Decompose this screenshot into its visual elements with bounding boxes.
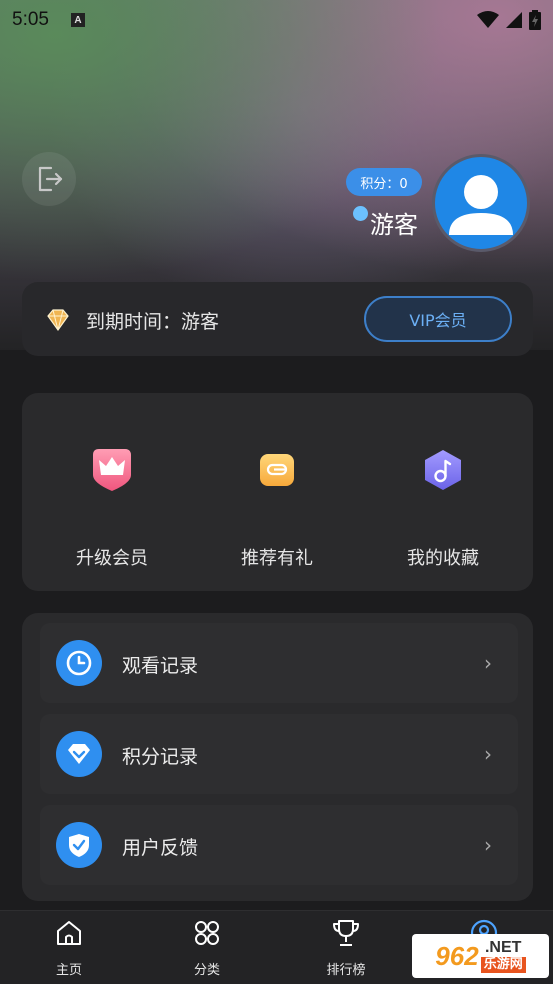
trophy-icon	[301, 917, 391, 949]
vip-diamond-icon	[44, 306, 72, 338]
crown-icon	[82, 440, 142, 500]
shield-check-icon	[56, 822, 102, 868]
watermark-962: 962	[435, 940, 479, 971]
wallet-icon	[247, 440, 307, 500]
grid-item-label: 我的收藏	[407, 548, 479, 569]
logout-button[interactable]	[22, 152, 76, 206]
category-icon	[162, 917, 252, 949]
signal-icon	[506, 12, 522, 28]
tab-label: 分类	[193, 963, 220, 978]
username: 游客	[370, 211, 418, 239]
referral-reward-item[interactable]: 推荐有礼	[207, 440, 347, 570]
user-feedback-row[interactable]: 用户反馈 ›	[40, 805, 518, 885]
tab-category[interactable]: 分类	[162, 917, 252, 978]
tab-label: 主页	[55, 963, 82, 978]
chevron-right-icon: ›	[484, 742, 492, 766]
logout-icon	[38, 166, 63, 192]
grid-item-label: 升级会员	[76, 548, 148, 569]
wifi-icon	[477, 11, 499, 28]
status-bar: 5:05 A	[0, 0, 553, 40]
menu-item-label: 观看记录	[122, 655, 199, 677]
chevron-right-icon: ›	[484, 833, 492, 857]
watermark-net: .NET	[484, 939, 522, 956]
battery-icon	[529, 10, 541, 30]
menu-item-label: 用户反馈	[122, 837, 199, 859]
points-diamond-icon	[56, 731, 102, 777]
my-favorites-item[interactable]: 我的收藏	[373, 440, 513, 570]
chevron-right-icon: ›	[484, 651, 492, 675]
vip-button[interactable]: VIP会员	[364, 296, 512, 342]
vip-expiry-label: 到期时间：游客	[86, 311, 220, 333]
online-status-dot	[353, 206, 368, 221]
tab-label: 排行榜	[326, 963, 366, 978]
music-note-icon	[413, 440, 473, 500]
notification-icon: A	[70, 13, 85, 27]
grid-item-label: 推荐有礼	[241, 548, 313, 569]
clock-icon	[56, 640, 102, 686]
avatar[interactable]	[432, 154, 530, 252]
home-icon	[24, 917, 114, 949]
upgrade-membership-item[interactable]: 升级会员	[42, 440, 182, 570]
user-avatar-icon	[449, 175, 513, 235]
watermark-cn: 乐游网	[480, 957, 526, 973]
site-watermark-logo: 962 .NET 乐游网	[412, 934, 549, 978]
menu-item-label: 积分记录	[122, 746, 199, 768]
points-badge: 积分：0	[346, 168, 422, 196]
tab-ranking[interactable]: 排行榜	[301, 917, 391, 978]
points-history-row[interactable]: 积分记录 ›	[40, 714, 518, 794]
tab-home[interactable]: 主页	[24, 917, 114, 978]
status-time: 5:05	[12, 9, 49, 30]
watermark-text-block: .NET 乐游网	[480, 939, 526, 973]
watch-history-row[interactable]: 观看记录 ›	[40, 623, 518, 703]
status-indicators	[477, 10, 541, 30]
